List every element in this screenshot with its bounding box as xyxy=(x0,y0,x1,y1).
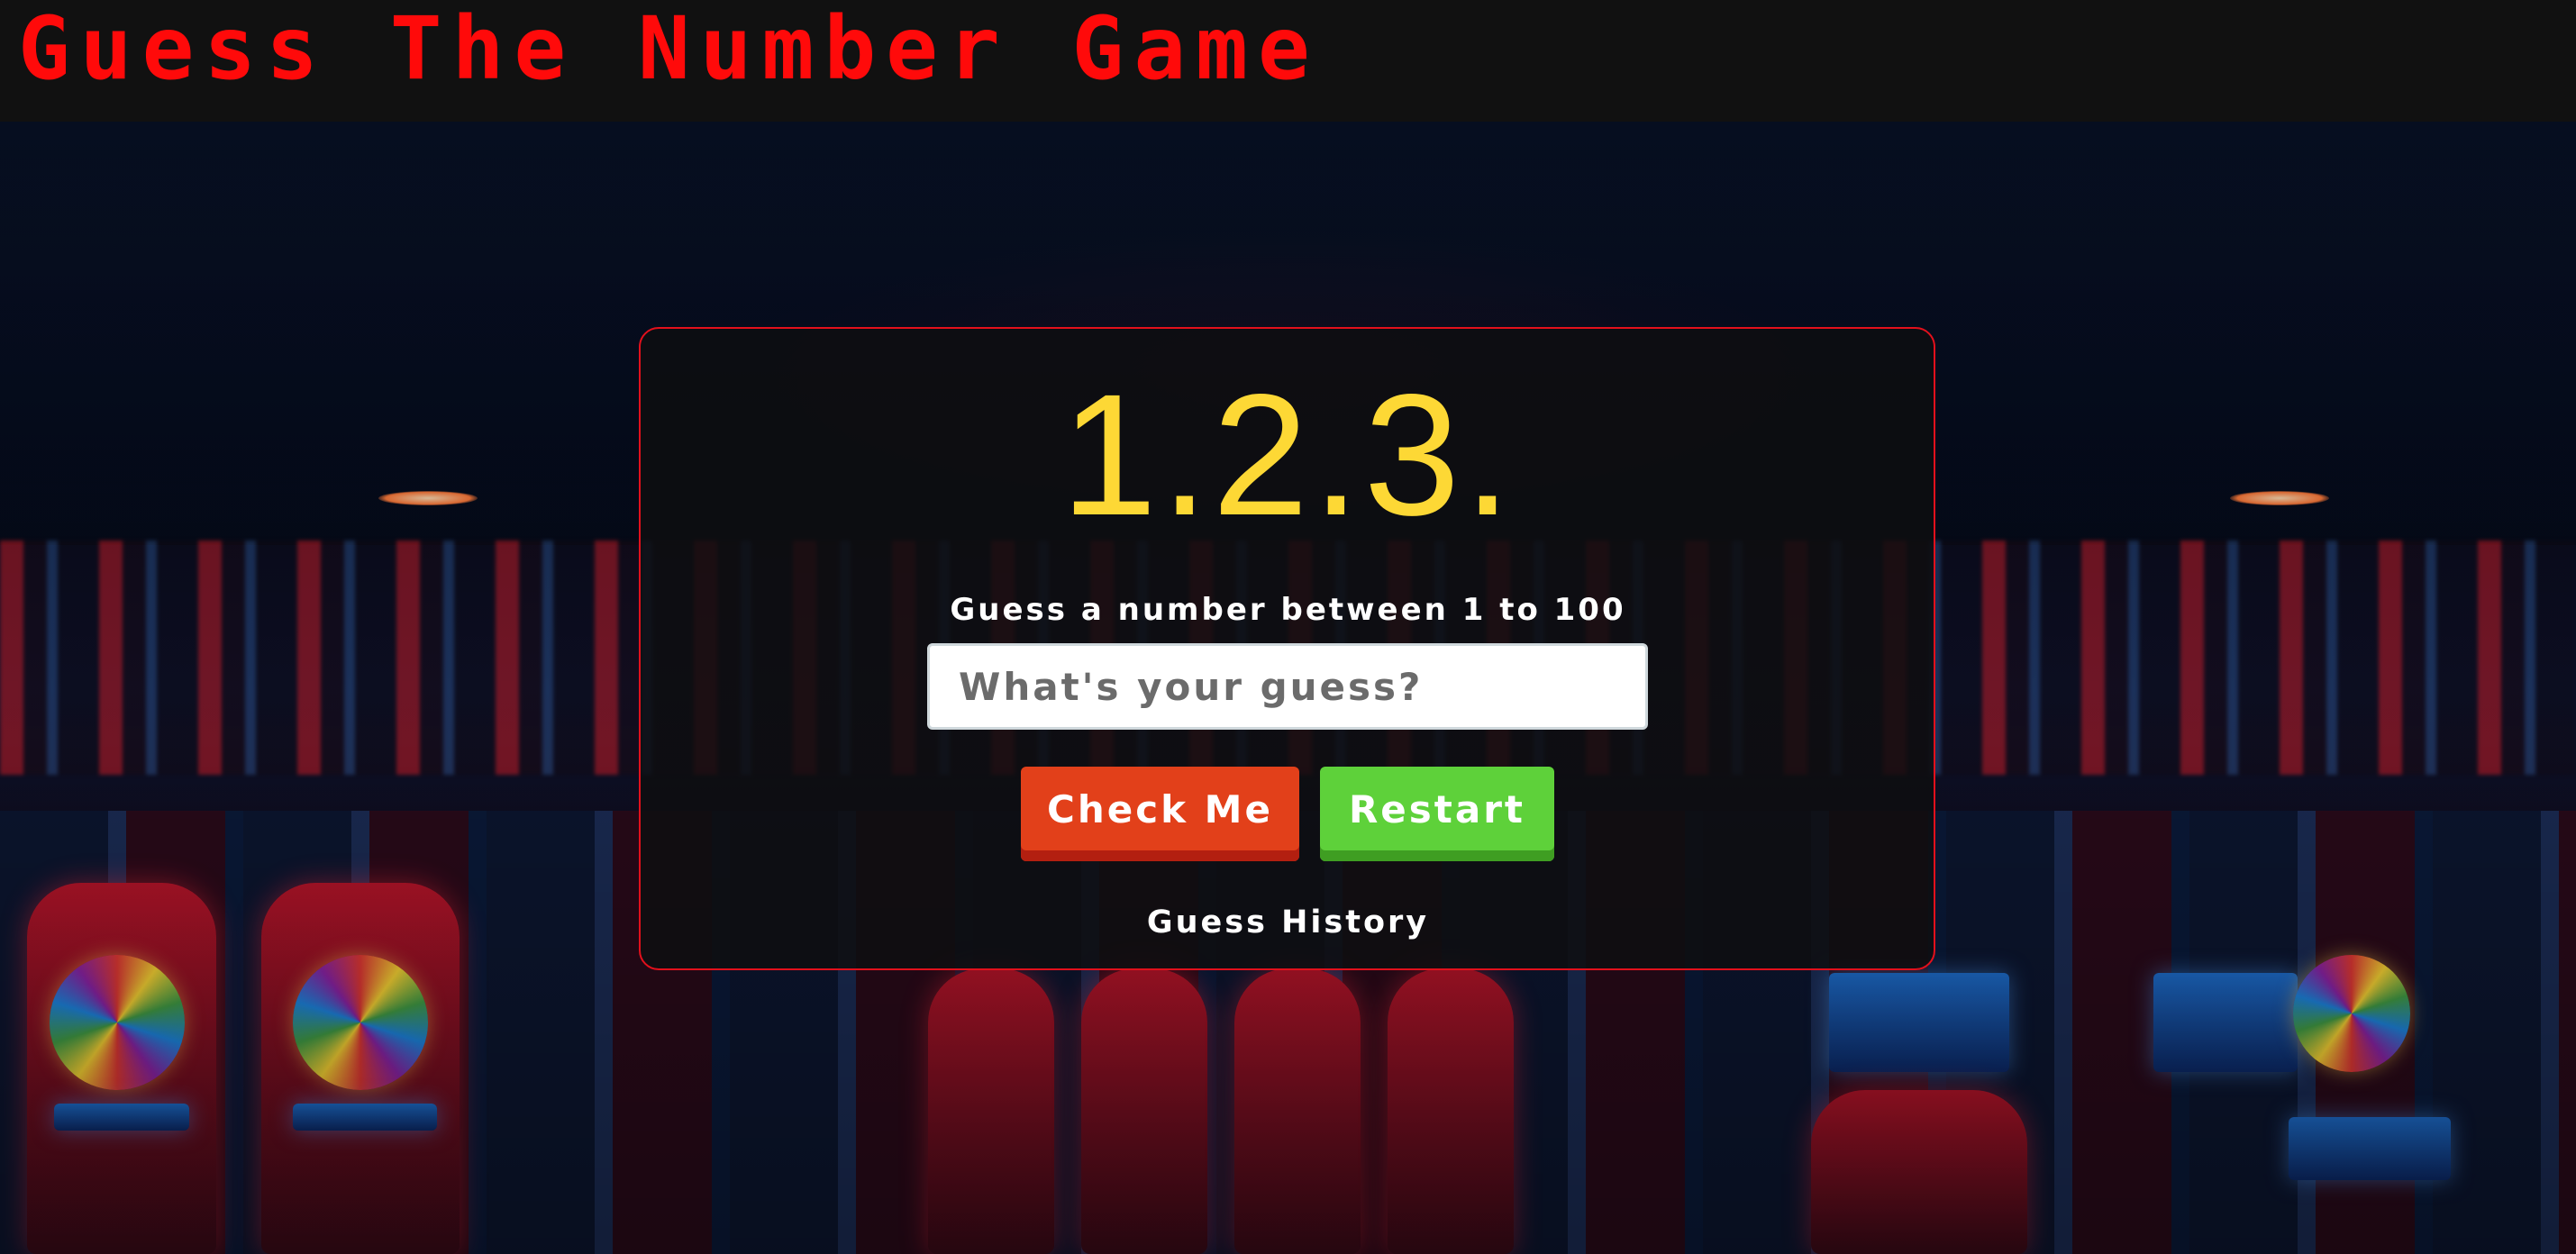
guess-input[interactable] xyxy=(927,643,1648,730)
restart-button[interactable]: Restart xyxy=(1320,767,1554,861)
restart-button-label: Restart xyxy=(1348,787,1526,831)
page-title: Guess The Number Game xyxy=(18,0,1320,99)
check-me-button-label: Check Me xyxy=(1047,787,1273,831)
guess-history-heading: Guess History xyxy=(1146,904,1430,940)
header-bar: Guess The Number Game xyxy=(0,0,2576,122)
guess-prompt: Guess a number between 1 to 100 xyxy=(950,592,1626,628)
check-me-button[interactable]: Check Me xyxy=(1021,767,1299,861)
page: Guess The Number Game 1.2.3. Guess a num… xyxy=(0,0,2576,1254)
number-display: 1.2.3. xyxy=(1060,358,1516,551)
